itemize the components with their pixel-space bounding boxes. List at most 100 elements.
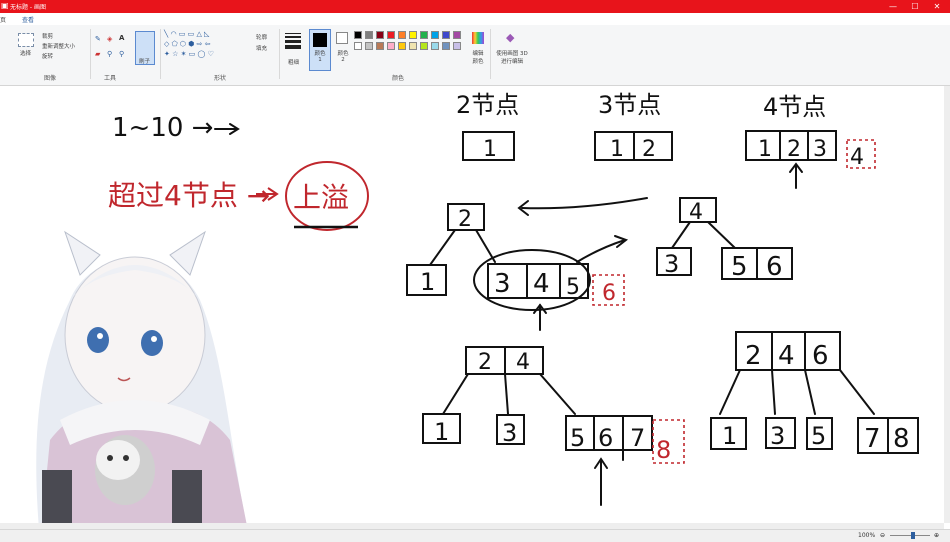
- color-swatch[interactable]: [387, 42, 395, 50]
- paint-app-icon: ▣: [1, 1, 9, 10]
- zoom-slider[interactable]: [890, 535, 930, 536]
- resize-label[interactable]: 重新调整大小: [42, 42, 75, 50]
- shapes-group-label: 形状: [213, 75, 226, 82]
- outline-label[interactable]: 轮廓: [256, 33, 267, 41]
- node-5-val: 5: [566, 275, 580, 300]
- br-child-5: 5: [811, 422, 826, 450]
- bl-child-3: 3: [502, 419, 517, 447]
- divider: [90, 29, 91, 79]
- eraser-icon[interactable]: ▰: [95, 50, 100, 58]
- image-group-label: 图像: [43, 75, 56, 82]
- box4-val-1: 1: [758, 137, 772, 162]
- node-1-val: 1: [420, 268, 435, 296]
- br-child-1: 1: [722, 422, 737, 450]
- bl-parent-2: 2: [478, 350, 492, 375]
- color-swatch[interactable]: [409, 31, 417, 39]
- bl-parent-4: 4: [516, 350, 530, 375]
- br-parent-6: 6: [812, 341, 829, 371]
- color-swatch[interactable]: [365, 31, 373, 39]
- text-icon[interactable]: A: [119, 34, 124, 42]
- size-label[interactable]: 粗细: [288, 58, 299, 66]
- minimize-button[interactable]: —: [882, 0, 904, 13]
- line-size-icon[interactable]: [285, 33, 301, 49]
- insert-8-val: 8: [656, 436, 671, 464]
- select-icon[interactable]: [18, 33, 34, 47]
- color-swatch[interactable]: [420, 42, 428, 50]
- divider: [490, 29, 491, 79]
- node-3-val: 3: [494, 269, 511, 299]
- fill-icon[interactable]: ◈: [107, 35, 112, 43]
- color-swatch[interactable]: [442, 31, 450, 39]
- box4-val-2: 2: [787, 137, 801, 162]
- fill-label[interactable]: 填充: [256, 44, 267, 52]
- magnifier-icon[interactable]: ⚲: [119, 50, 124, 58]
- drawing-canvas[interactable]: 1~10 → 2节点 3节点 4节点 1 1 2 1 2 3 2 1 3 4 5…: [0, 86, 944, 523]
- overflow-text: 超过4节点 →: [108, 179, 270, 212]
- color-picker-icon[interactable]: ⚲: [107, 50, 112, 58]
- color2-label[interactable]: 颜色 2: [336, 49, 350, 63]
- color-swatch[interactable]: [354, 31, 362, 39]
- zoom-level: 100%: [858, 532, 876, 539]
- box2-val: 1: [483, 137, 497, 162]
- color1-label[interactable]: 颜色 1: [313, 49, 327, 63]
- br-child-7: 7: [864, 424, 881, 454]
- ribbon: 选择 裁剪 重新调整大小 旋转 图像 ✎ ◈ A ▰ ⚲ ⚲ 刷子 工具 ╲ ◠…: [0, 25, 950, 86]
- bl-child-7: 7: [630, 424, 645, 452]
- maximize-button[interactable]: ☐: [904, 0, 926, 13]
- color-swatch[interactable]: [376, 42, 384, 50]
- color2-swatch[interactable]: [336, 32, 348, 44]
- pencil-icon[interactable]: ✎: [95, 35, 101, 43]
- br-parent-2: 2: [745, 341, 762, 371]
- vtuber-avatar: [36, 230, 247, 523]
- color-swatch[interactable]: [442, 42, 450, 50]
- node-4r-val: 4: [689, 200, 703, 225]
- menu-view[interactable]: 查看: [22, 15, 34, 24]
- color-swatch[interactable]: [354, 42, 362, 50]
- rotate-label[interactable]: 旋转: [42, 52, 53, 60]
- color-swatch[interactable]: [431, 31, 439, 39]
- color-swatch[interactable]: [387, 31, 395, 39]
- bl-child-1: 1: [434, 418, 449, 446]
- color-swatch[interactable]: [453, 31, 461, 39]
- close-button[interactable]: ✕: [926, 0, 948, 13]
- header-2node: 2节点: [456, 91, 519, 119]
- color-swatch[interactable]: [453, 42, 461, 50]
- menu-file[interactable]: 页: [0, 15, 6, 24]
- window-title: 无标题 - 画图: [10, 4, 46, 11]
- node-2-val: 2: [458, 207, 472, 232]
- node-6r-val: 6: [766, 252, 783, 282]
- bl-child-5: 5: [570, 424, 585, 452]
- tools-group-label: 工具: [103, 75, 116, 82]
- zoom-slider-thumb[interactable]: [911, 532, 915, 539]
- edit-colors-icon[interactable]: [472, 32, 484, 44]
- color-swatch[interactable]: [420, 31, 428, 39]
- color-swatch[interactable]: [376, 31, 384, 39]
- divider: [279, 29, 280, 79]
- status-bar: 100% ⊖ ⊕: [0, 529, 950, 542]
- insert-4-val: 4: [850, 145, 864, 170]
- paint3d-icon[interactable]: ◆: [506, 31, 514, 44]
- select-label[interactable]: 选择: [20, 49, 31, 57]
- color-palette[interactable]: [354, 31, 474, 71]
- node-4-val: 4: [533, 269, 550, 299]
- node-3r-val: 3: [664, 250, 679, 278]
- edit-colors-label[interactable]: 编辑颜色: [470, 49, 486, 65]
- color-swatch[interactable]: [409, 42, 417, 50]
- paint3d-label[interactable]: 使用画图 3D 进行编辑: [494, 49, 530, 65]
- brush-label[interactable]: 刷子: [139, 57, 150, 65]
- header-4node: 4节点: [763, 93, 826, 121]
- shapes-gallery[interactable]: ╲ ◠ ▭ ▭ △ ◺ ◇ ⬠ ⬡ ⬢ ⇨ ⇦ ✦ ☆ ✶ ▭ ◯ ♡: [164, 30, 242, 60]
- color-swatch[interactable]: [398, 31, 406, 39]
- color-swatch[interactable]: [398, 42, 406, 50]
- zoom-out-icon[interactable]: ⊖: [880, 532, 885, 539]
- divider: [160, 29, 161, 79]
- header-3node: 3节点: [598, 91, 661, 119]
- crop-label[interactable]: 裁剪: [42, 32, 53, 40]
- zoom-in-icon[interactable]: ⊕: [934, 532, 939, 539]
- box3-val-1: 1: [610, 137, 624, 162]
- color-swatch[interactable]: [365, 42, 373, 50]
- br-child-3: 3: [770, 422, 785, 450]
- vertical-scrollbar[interactable]: [944, 86, 950, 523]
- range-text: 1~10 →: [112, 113, 213, 143]
- color-swatch[interactable]: [431, 42, 439, 50]
